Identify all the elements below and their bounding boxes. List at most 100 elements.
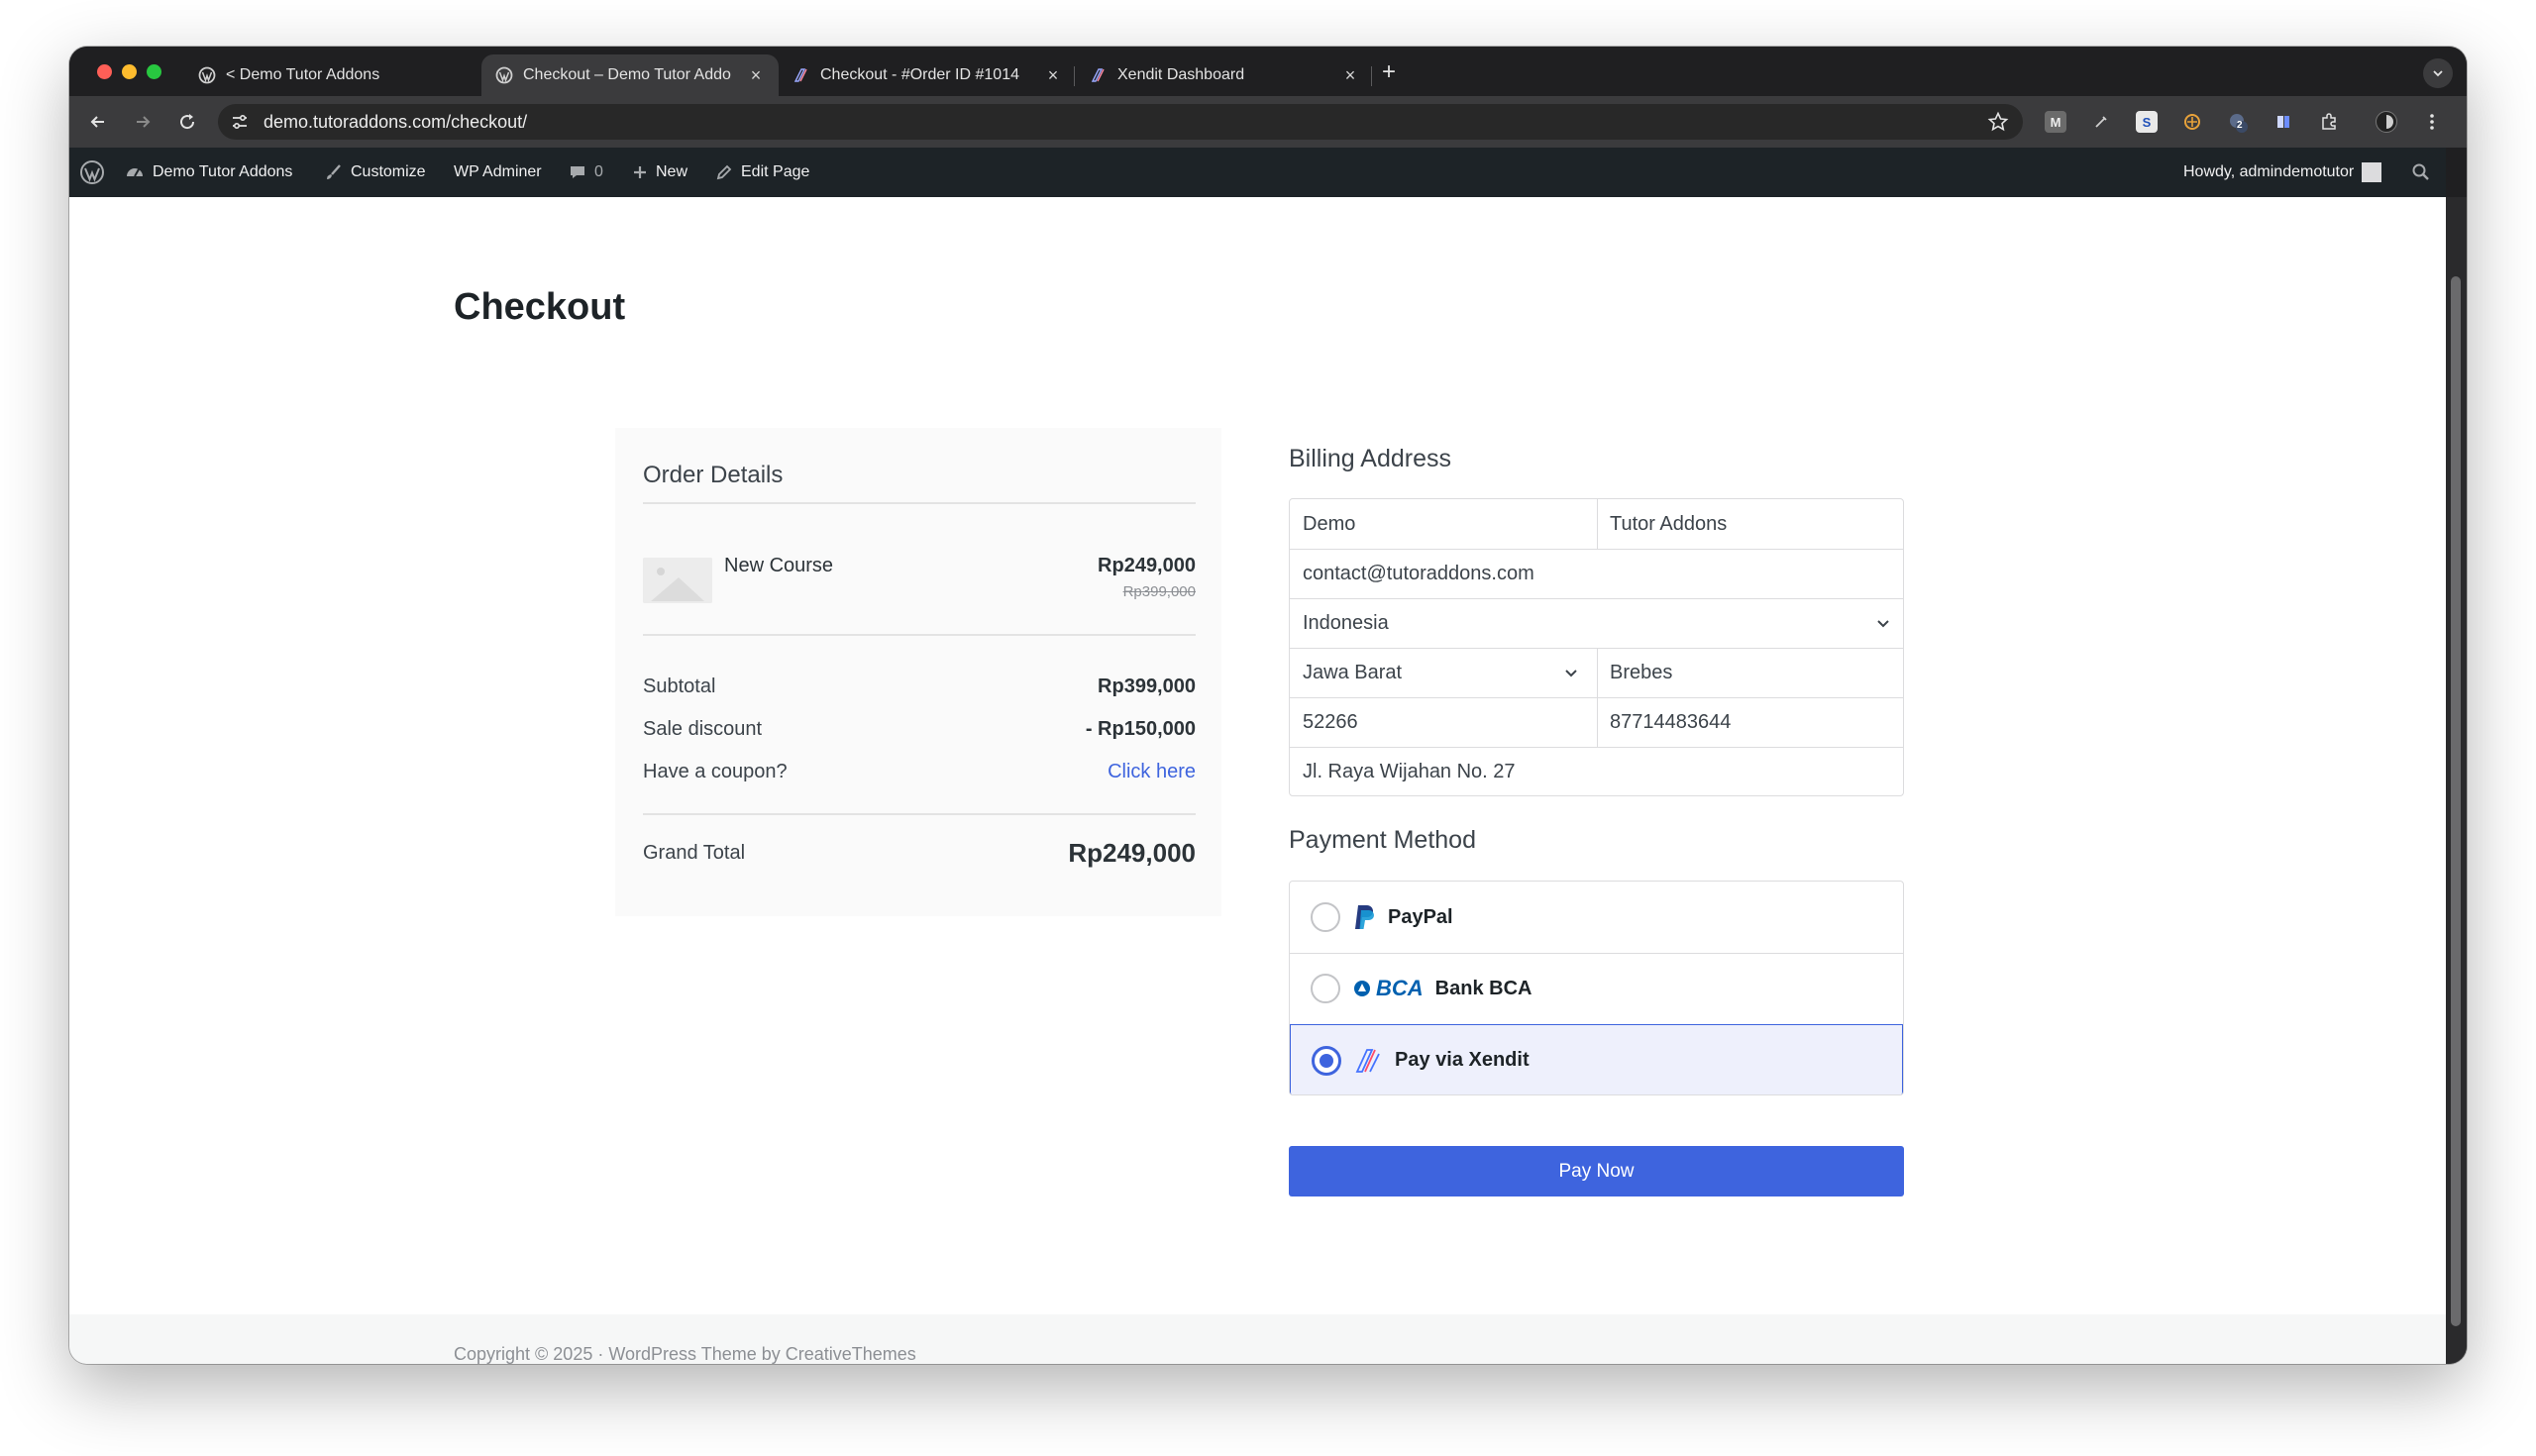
close-window-button[interactable] xyxy=(97,64,112,79)
xendit-radio-selected[interactable] xyxy=(1312,1045,1341,1076)
minimize-window-button[interactable] xyxy=(122,64,137,79)
payment-option-paypal[interactable]: PayPal xyxy=(1290,882,1903,953)
country-value: Indonesia xyxy=(1303,611,1389,634)
avatar xyxy=(2362,162,2382,182)
coupon-label: Have a coupon? xyxy=(643,761,788,782)
admin-search-button[interactable] xyxy=(2411,148,2431,197)
state-select[interactable]: Jawa Barat xyxy=(1290,648,1597,697)
first-name-field[interactable]: Demo xyxy=(1290,499,1597,549)
tab-title: Checkout - #Order ID #1014 xyxy=(820,66,1019,83)
order-details-card: Order Details New Course Rp249,000 Rp399… xyxy=(615,428,1221,916)
xendit-icon xyxy=(1353,1046,1383,1076)
divider xyxy=(643,502,1196,504)
tab-xendit-dashboard[interactable]: Xendit Dashboard × xyxy=(1076,54,1373,96)
tab-title: Checkout – Demo Tutor Addo xyxy=(523,66,731,83)
tab-checkout-active[interactable]: Checkout – Demo Tutor Addo × xyxy=(481,54,779,96)
comments-link[interactable]: 0 xyxy=(569,148,603,197)
extension-bookmark-icon[interactable] xyxy=(2272,111,2294,133)
tab-title: Xendit Dashboard xyxy=(1117,66,1245,83)
divider xyxy=(643,813,1196,815)
site-settings-icon[interactable] xyxy=(230,112,250,132)
payment-method-heading: Payment Method xyxy=(1289,826,1476,854)
payment-option-bank-bca[interactable]: BCA Bank BCA xyxy=(1290,953,1903,1024)
extension-s-icon[interactable]: S xyxy=(2136,111,2158,133)
close-icon[interactable]: × xyxy=(1341,66,1359,84)
dashboard-gauge-icon xyxy=(127,168,143,177)
comment-bubble-icon xyxy=(571,166,584,178)
edit-page-link[interactable]: Edit Page xyxy=(715,148,809,197)
site-name-menu[interactable]: Demo Tutor Addons xyxy=(125,148,292,197)
extensions-puzzle-icon[interactable] xyxy=(2318,111,2340,133)
payment-option-xendit[interactable]: Pay via Xendit xyxy=(1290,1024,1903,1094)
site-footer: Copyright © 2025 · WordPress Theme by Cr… xyxy=(69,1314,2446,1364)
country-select[interactable]: Indonesia xyxy=(1290,598,1904,648)
wordpress-icon xyxy=(198,66,216,84)
extension-eyedropper-icon[interactable] xyxy=(2090,111,2112,133)
close-icon[interactable]: × xyxy=(1044,66,1062,84)
wp-adminer-label: WP Adminer xyxy=(454,163,542,180)
pay-now-button[interactable]: Pay Now xyxy=(1289,1146,1904,1196)
extension-badge-count: 2 xyxy=(2237,120,2243,131)
tab-checkout-order[interactable]: Checkout - #Order ID #1014 × xyxy=(779,54,1076,96)
back-button[interactable] xyxy=(85,109,111,135)
paypal-radio[interactable] xyxy=(1311,902,1340,932)
profile-avatar-icon[interactable] xyxy=(2376,111,2397,133)
customize-link[interactable]: Customize xyxy=(325,148,426,197)
reload-icon xyxy=(180,114,195,130)
browser-menu-icon[interactable] xyxy=(2421,111,2443,133)
pencil-icon xyxy=(716,164,732,180)
order-details-heading: Order Details xyxy=(643,462,784,488)
footer-copyright: Copyright © 2025 · WordPress Theme by Cr… xyxy=(454,1344,916,1364)
subtotal-label: Subtotal xyxy=(643,676,716,697)
new-tab-button[interactable]: + xyxy=(1376,60,1402,86)
last-name-field[interactable]: Tutor Addons xyxy=(1597,499,1904,549)
city-field[interactable]: Brebes xyxy=(1597,648,1904,697)
email-field[interactable]: contact@tutoraddons.com xyxy=(1290,549,1904,598)
postcode-field[interactable]: 52266 xyxy=(1290,697,1597,747)
extension-badge-icon[interactable]: 2 xyxy=(2227,111,2249,133)
xendit-label: Pay via Xendit xyxy=(1395,1049,1530,1071)
maximize-window-button[interactable] xyxy=(147,64,161,79)
paypal-label: PayPal xyxy=(1388,905,1453,928)
browser-toolbar: demo.tutoraddons.com/checkout/ M S 2 xyxy=(69,96,2467,148)
wp-adminer-link[interactable]: WP Adminer xyxy=(454,148,542,197)
grand-total-value: Rp249,000 xyxy=(1068,838,1196,868)
chevron-down-icon xyxy=(2433,70,2443,77)
user-account-menu[interactable]: Howdy, admindemotutor xyxy=(2183,148,2382,197)
extension-mv-icon[interactable]: M xyxy=(2045,111,2066,133)
address-bar[interactable]: demo.tutoraddons.com/checkout/ xyxy=(218,104,2023,140)
tab-separator xyxy=(1371,66,1372,86)
subtotal-value: Rp399,000 xyxy=(1098,676,1196,697)
tab-search-button[interactable] xyxy=(2423,58,2453,88)
browser-window: < Demo Tutor Addons × Checkout – Demo Tu… xyxy=(69,47,2467,1364)
page-viewport: Checkout Order Details New Course Rp249,… xyxy=(69,197,2446,1364)
bank-bca-radio[interactable] xyxy=(1311,974,1340,1003)
billing-form: Demo Tutor Addons contact@tutoraddons.co… xyxy=(1289,498,1904,796)
tab-title: < Demo Tutor Addons xyxy=(226,66,380,83)
coupon-click-here-link[interactable]: Click here xyxy=(1108,761,1196,783)
discount-value: - Rp150,000 xyxy=(1085,718,1196,740)
scrollbar-thumb[interactable] xyxy=(2451,276,2461,1326)
tab-strip: < Demo Tutor Addons × Checkout – Demo Tu… xyxy=(69,47,2467,96)
forward-button[interactable] xyxy=(130,109,156,135)
extension-grammar-icon[interactable] xyxy=(2181,111,2203,133)
page-scrollbar[interactable] xyxy=(2446,197,2467,1364)
page-title: Checkout xyxy=(454,286,626,328)
xendit-icon xyxy=(792,66,810,84)
address-field[interactable]: Jl. Raya Wijahan No. 27 xyxy=(1290,747,1904,796)
billing-address-heading: Billing Address xyxy=(1289,445,1451,472)
bookmark-star-icon[interactable] xyxy=(1987,111,2009,133)
close-icon[interactable]: × xyxy=(747,66,765,84)
bca-logo-icon: BCA xyxy=(1352,976,1424,1001)
plus-icon xyxy=(634,166,646,178)
wordpress-icon xyxy=(495,66,513,84)
wp-logo-menu[interactable] xyxy=(79,148,105,197)
new-content-menu[interactable]: New xyxy=(632,148,687,197)
reload-button[interactable] xyxy=(174,109,200,135)
howdy-text: Howdy, admindemotutor xyxy=(2183,163,2355,180)
payment-options: PayPal BCA Bank BCA Pay via Xendit xyxy=(1289,881,1904,1095)
state-value: Jawa Barat xyxy=(1303,661,1403,683)
bca-logo-text: BCA xyxy=(1376,976,1424,1000)
phone-field[interactable]: 87714483644 xyxy=(1597,697,1904,747)
paintbrush-icon xyxy=(327,164,341,179)
